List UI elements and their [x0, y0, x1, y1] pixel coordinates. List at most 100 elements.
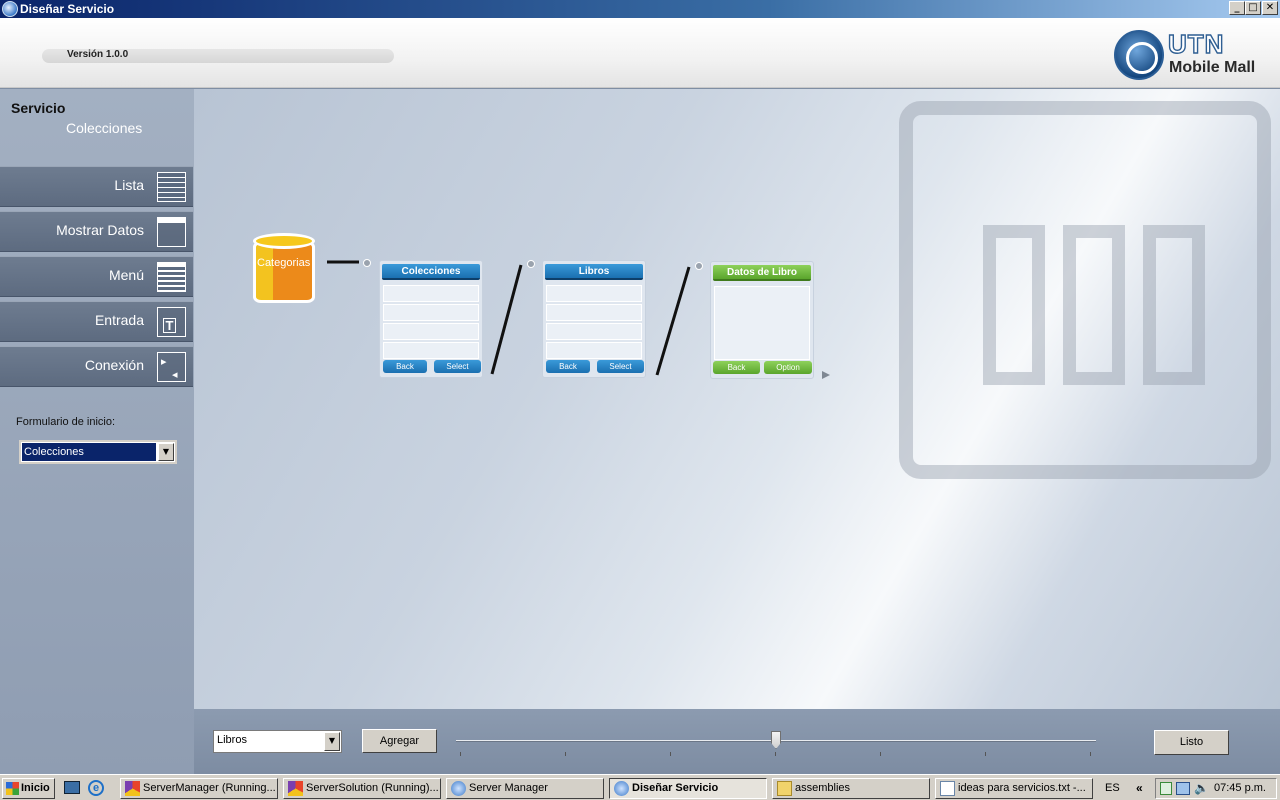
chevron-down-icon[interactable]: ▼ [158, 443, 174, 461]
zoom-slider-thumb[interactable] [771, 731, 781, 749]
done-button[interactable]: Listo [1154, 730, 1229, 755]
maximize-button[interactable]: □ [1245, 1, 1261, 15]
bottom-toolbar: Libros ▼ Agregar Listo [194, 709, 1280, 774]
app-globe-icon [2, 1, 18, 17]
list-row [383, 304, 479, 321]
app-globe-icon [451, 781, 466, 796]
sidebar-item-label: Menú [108, 267, 144, 283]
sidebar-item-label: Entrada [94, 312, 144, 328]
app-globe-icon [614, 781, 629, 796]
connection-icon: ▸ ◂ [157, 352, 186, 382]
slider-tick [985, 752, 986, 756]
connector-line [490, 264, 523, 375]
slider-tick [565, 752, 566, 756]
taskbar-item[interactable]: ServerSolution (Running)... [283, 778, 441, 799]
list-row [383, 342, 479, 359]
form-select-button[interactable]: Select [434, 360, 481, 373]
folder-icon [777, 781, 792, 796]
logo-utn-text: UTN [1167, 28, 1225, 59]
safely-remove-icon[interactable] [1160, 782, 1172, 795]
sidebar-item-mostrar-datos[interactable]: Mostrar Datos [0, 211, 193, 252]
chevron-down-icon[interactable]: ▼ [324, 732, 340, 751]
list-row [546, 342, 642, 359]
close-button[interactable]: ✕ [1262, 1, 1278, 15]
language-indicator[interactable]: ES [1105, 782, 1120, 794]
service-title: Servicio [11, 100, 66, 116]
list-row [546, 285, 642, 302]
connector-dot[interactable] [527, 260, 535, 268]
internet-explorer-icon[interactable]: e [88, 780, 104, 796]
slider-tick [460, 752, 461, 756]
form-option-button[interactable]: Option [764, 361, 812, 374]
notepad-icon [940, 781, 955, 796]
start-button[interactable]: Inicio [2, 778, 55, 799]
taskbar-item[interactable]: ideas para servicios.txt -... [935, 778, 1093, 799]
sidebar-item-entrada[interactable]: Entrada T [0, 301, 193, 342]
form-node-libros[interactable]: Libros Back Select [542, 260, 646, 378]
form-icon [157, 217, 186, 247]
list-row [546, 323, 642, 340]
sidebar-item-label: Conexión [84, 357, 144, 373]
form-type-select[interactable]: Libros ▼ [213, 730, 342, 753]
visual-studio-icon [125, 781, 140, 796]
design-canvas[interactable]: Categorias Colecciones Back Select Libro… [194, 89, 1280, 709]
form-node-colecciones[interactable]: Colecciones Back Select [379, 260, 483, 378]
form-type-value: Libros [217, 734, 247, 746]
form-select-button[interactable]: Select [597, 360, 644, 373]
start-form-label: Formulario de inicio: [16, 416, 116, 428]
connector-dot[interactable] [363, 259, 371, 267]
form-title: Colecciones [382, 264, 480, 280]
connector-dot[interactable] [695, 262, 703, 270]
start-label: Inicio [21, 782, 50, 794]
menu-icon [157, 262, 186, 292]
form-content-area [714, 286, 810, 360]
taskbar-item-active[interactable]: Diseñar Servicio [609, 778, 767, 799]
utn-globe-icon [1114, 30, 1164, 80]
version-bar: Versión 1.0.0 [42, 49, 394, 63]
slider-tick [1090, 752, 1091, 756]
list-row [383, 323, 479, 340]
form-back-button[interactable]: Back [713, 361, 760, 374]
sidebar-item-conexion[interactable]: Conexión ▸ ◂ [0, 346, 193, 387]
slider-tick [670, 752, 671, 756]
taskbar-item[interactable]: ServerManager (Running... [120, 778, 278, 799]
sidebar-item-menu[interactable]: Menú [0, 256, 193, 297]
visual-studio-icon [288, 781, 303, 796]
tray-expand-icon[interactable]: « [1136, 781, 1143, 795]
input-icon: T [157, 307, 186, 337]
list-row [383, 285, 479, 302]
minimize-button[interactable]: _ [1229, 1, 1245, 15]
start-form-value: Colecciones [24, 446, 84, 458]
sidebar-item-lista[interactable]: Lista [0, 166, 193, 207]
form-back-button[interactable]: Back [383, 360, 427, 373]
clock[interactable]: 07:45 p.m. [1214, 782, 1266, 794]
arrow-right-icon [822, 371, 830, 379]
service-subtitle: Colecciones [66, 120, 143, 136]
logo-mobile-mall-text: Mobile Mall [1169, 59, 1256, 76]
network-icon[interactable] [1176, 782, 1190, 795]
add-button[interactable]: Agregar [362, 729, 437, 753]
connector-line [655, 266, 691, 376]
slider-tick [880, 752, 881, 756]
windows-logo-icon [6, 782, 19, 795]
taskbar-item[interactable]: assemblies [772, 778, 930, 799]
version-label: Versión 1.0.0 [67, 49, 129, 60]
sidebar-item-label: Mostrar Datos [56, 222, 144, 238]
taskbar-item[interactable]: Server Manager [446, 778, 604, 799]
form-title: Libros [545, 264, 643, 280]
sidebar: Servicio Colecciones Lista Mostrar Datos… [0, 89, 194, 774]
form-back-button[interactable]: Back [546, 360, 590, 373]
system-tray: « 🔈 07:45 p.m. [1136, 778, 1277, 799]
utn-logo: UTN Mobile Mall [1114, 28, 1274, 81]
title-bar[interactable]: Diseñar Servicio _ □ ✕ [0, 0, 1280, 18]
form-node-datos-de-libro[interactable]: Datos de Libro Back Option [710, 261, 814, 379]
header: Versión 1.0.0 UTN Mobile Mall [0, 18, 1280, 88]
show-desktop-icon[interactable] [64, 781, 80, 794]
slider-tick [775, 752, 776, 756]
window-title: Diseñar Servicio [20, 2, 115, 16]
list-row [546, 304, 642, 321]
volume-icon[interactable]: 🔈 [1194, 781, 1209, 795]
watermark-form-icon [899, 101, 1271, 479]
form-title: Datos de Libro [713, 265, 811, 281]
start-form-select[interactable]: Colecciones ▼ [19, 440, 177, 464]
